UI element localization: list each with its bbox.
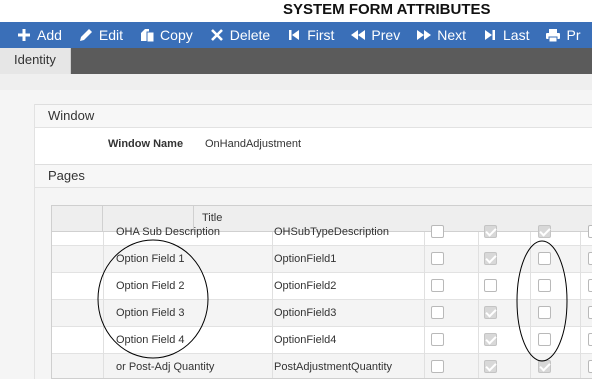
row-checkbox[interactable] bbox=[484, 225, 497, 238]
pages-section-heading: Pages bbox=[35, 164, 592, 188]
prev-button[interactable]: Prev bbox=[343, 22, 409, 48]
row-title: Option Field 2 bbox=[116, 280, 185, 292]
row-checkbox[interactable] bbox=[431, 225, 444, 238]
table-row[interactable]: or Post-Adj Quantity PostAdjustmentQuanti… bbox=[52, 354, 592, 378]
row-checkbox[interactable] bbox=[588, 333, 592, 346]
row-checkbox[interactable] bbox=[431, 360, 444, 373]
row-checkbox[interactable] bbox=[588, 306, 592, 319]
tab-bar: Identity bbox=[0, 48, 592, 74]
prev-button-label: Prev bbox=[371, 27, 401, 43]
column-divider bbox=[580, 232, 581, 378]
row-title: Option Field 3 bbox=[116, 307, 185, 319]
print-button[interactable]: Pr bbox=[538, 22, 589, 48]
row-checkbox[interactable] bbox=[588, 279, 592, 292]
edit-button[interactable]: Edit bbox=[71, 22, 132, 48]
plus-icon bbox=[16, 27, 32, 43]
row-checkbox[interactable] bbox=[484, 360, 497, 373]
window-name-label: Window Name bbox=[108, 138, 184, 150]
row-checkbox[interactable] bbox=[588, 360, 592, 373]
row-field-name: OHSubTypeDescription bbox=[274, 226, 389, 238]
row-field-name: OptionField4 bbox=[274, 334, 337, 346]
window-section-heading: Window bbox=[35, 104, 592, 128]
first-button-label: First bbox=[307, 27, 335, 43]
last-button[interactable]: Last bbox=[475, 22, 538, 48]
content-area: Window Window Name OnHandAdjustment Page… bbox=[0, 74, 592, 379]
row-checkbox[interactable] bbox=[538, 225, 551, 238]
row-field-name: OptionField3 bbox=[274, 307, 337, 319]
row-checkbox[interactable] bbox=[431, 333, 444, 346]
row-checkbox[interactable] bbox=[538, 306, 551, 319]
row-checkbox[interactable] bbox=[484, 306, 497, 319]
column-divider bbox=[530, 232, 531, 378]
print-button-label: Pr bbox=[566, 27, 581, 43]
pages-grid: Title OHA Sub Description OHSubTypeDescri… bbox=[51, 205, 592, 379]
delete-button-label: Delete bbox=[229, 27, 271, 43]
column-divider bbox=[478, 232, 479, 378]
row-checkbox[interactable] bbox=[484, 252, 497, 265]
add-button-label: Add bbox=[37, 27, 62, 43]
print-icon bbox=[545, 27, 561, 43]
rewind-icon bbox=[350, 27, 366, 43]
row-checkbox[interactable] bbox=[431, 306, 444, 319]
row-checkbox[interactable] bbox=[538, 252, 551, 265]
table-row[interactable]: Option Field 3 OptionField3 bbox=[52, 300, 592, 327]
row-checkbox[interactable] bbox=[484, 279, 497, 292]
last-button-label: Last bbox=[503, 27, 530, 43]
row-checkbox[interactable] bbox=[588, 225, 592, 238]
window-section: Window Window Name OnHandAdjustment bbox=[34, 104, 592, 164]
table-row[interactable]: OHA Sub Description OHSubTypeDescription bbox=[52, 219, 592, 246]
next-button-label: Next bbox=[437, 27, 467, 43]
copy-button-label: Copy bbox=[160, 27, 193, 43]
next-button[interactable]: Next bbox=[409, 22, 475, 48]
first-button[interactable]: First bbox=[279, 22, 343, 48]
row-title: OHA Sub Description bbox=[116, 226, 220, 238]
window-name-row: Window Name OnHandAdjustment bbox=[35, 128, 592, 164]
row-checkbox[interactable] bbox=[431, 252, 444, 265]
first-icon bbox=[286, 27, 302, 43]
page-title: SYSTEM FORM ATTRIBUTES bbox=[283, 1, 491, 18]
column-divider bbox=[272, 232, 273, 378]
row-title: Option Field 1 bbox=[116, 253, 185, 265]
row-checkbox[interactable] bbox=[538, 360, 551, 373]
pages-section: Pages Title OHA Sub Description OHSubType… bbox=[34, 164, 592, 379]
row-field-name: PostAdjustmentQuantity bbox=[274, 361, 393, 373]
row-field-name: OptionField2 bbox=[274, 280, 337, 292]
toolbar: Add Edit Copy Delete First Prev Next Las… bbox=[0, 22, 592, 48]
row-checkbox[interactable] bbox=[431, 279, 444, 292]
tab-identity[interactable]: Identity bbox=[0, 48, 71, 74]
pencil-icon bbox=[78, 27, 94, 43]
form-body: Window Window Name OnHandAdjustment Page… bbox=[0, 90, 592, 379]
pages-body: Title OHA Sub Description OHSubTypeDescri… bbox=[35, 188, 592, 379]
row-title: or Post-Adj Quantity bbox=[116, 361, 215, 373]
column-divider bbox=[103, 232, 104, 378]
copy-button[interactable]: Copy bbox=[132, 22, 202, 48]
column-divider bbox=[424, 232, 425, 378]
row-field-name: OptionField1 bbox=[274, 253, 337, 265]
row-checkbox[interactable] bbox=[538, 333, 551, 346]
table-row[interactable]: Option Field 2 OptionField2 bbox=[52, 273, 592, 300]
table-row[interactable]: Option Field 4 OptionField4 bbox=[52, 327, 592, 354]
copy-icon bbox=[139, 27, 155, 43]
add-button[interactable]: Add bbox=[0, 22, 71, 48]
window-name-value: OnHandAdjustment bbox=[205, 138, 301, 150]
row-checkbox[interactable] bbox=[538, 279, 551, 292]
delete-button[interactable]: Delete bbox=[202, 22, 279, 48]
close-icon bbox=[209, 27, 225, 43]
last-icon bbox=[482, 27, 498, 43]
edit-button-label: Edit bbox=[98, 27, 124, 43]
fast-forward-icon bbox=[416, 27, 432, 43]
row-title: Option Field 4 bbox=[116, 334, 185, 346]
table-row[interactable]: Option Field 1 OptionField1 bbox=[52, 246, 592, 273]
row-checkbox[interactable] bbox=[484, 333, 497, 346]
row-checkbox[interactable] bbox=[588, 252, 592, 265]
